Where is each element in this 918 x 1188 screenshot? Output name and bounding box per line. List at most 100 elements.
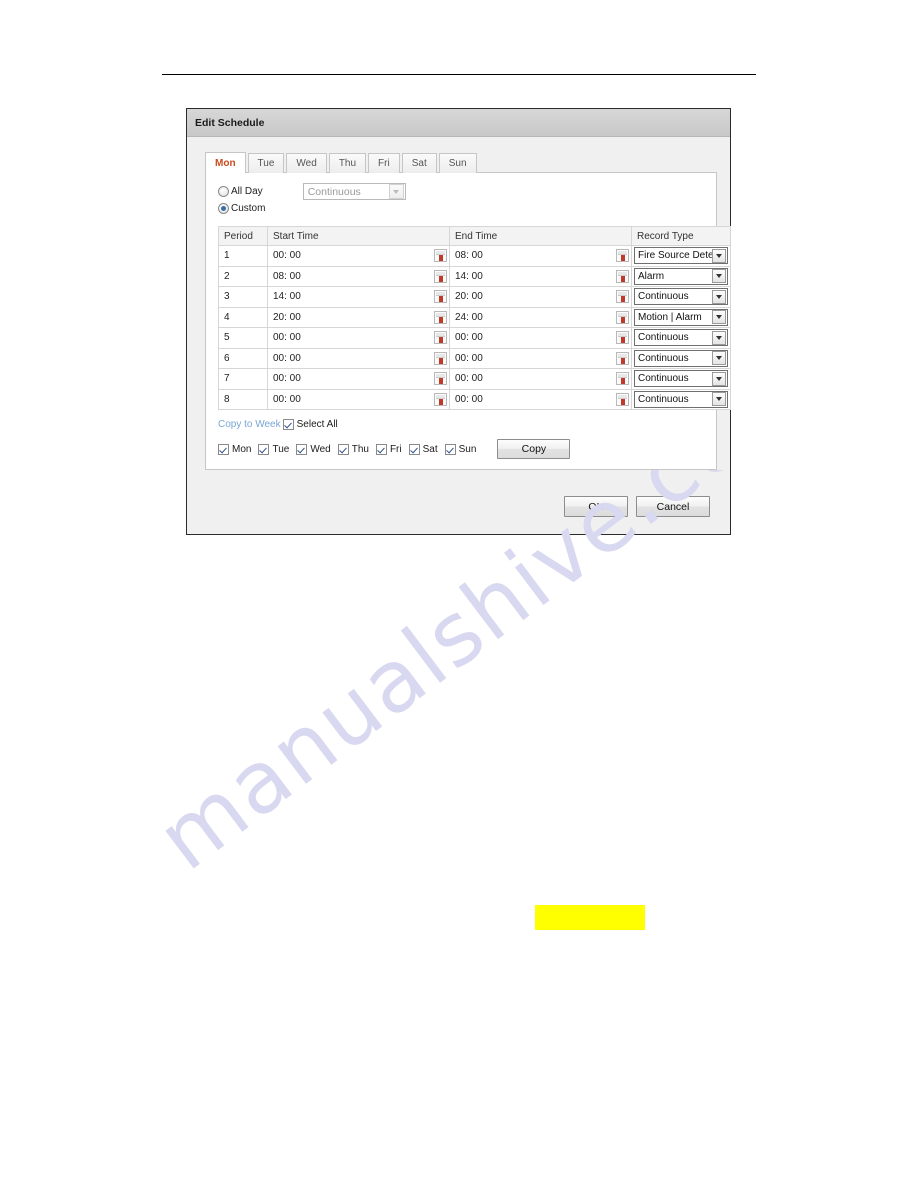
record-type-cell[interactable]: Continuous bbox=[631, 368, 731, 390]
start-time-value: 00: 00 bbox=[273, 373, 301, 385]
time-picker-icon[interactable] bbox=[434, 290, 447, 304]
checkbox[interactable] bbox=[218, 443, 229, 455]
all-day-record-type-value: Continuous bbox=[307, 185, 361, 198]
record-type-select[interactable]: Continuous bbox=[634, 288, 728, 306]
column-header: Period bbox=[218, 226, 268, 246]
record-type-dropdown-button[interactable] bbox=[712, 310, 726, 325]
time-picker-icon[interactable] bbox=[434, 392, 447, 406]
copy-button[interactable]: Copy bbox=[497, 439, 571, 459]
record-type-dropdown-button[interactable] bbox=[712, 248, 726, 263]
time-picker-icon[interactable] bbox=[616, 310, 629, 324]
tab-fri[interactable]: Fri bbox=[368, 153, 400, 173]
start-time-cell[interactable]: 00: 00 bbox=[267, 388, 450, 410]
time-picker-icon[interactable] bbox=[434, 351, 447, 365]
tab-sat[interactable]: Sat bbox=[401, 153, 437, 173]
record-type-cell[interactable]: Continuous bbox=[631, 286, 731, 308]
time-picker-icon[interactable] bbox=[616, 269, 629, 283]
record-type-cell[interactable]: Alarm bbox=[631, 265, 731, 287]
table-row: 5 00: 00 00: 00 Continuous bbox=[218, 327, 731, 349]
record-type-cell[interactable]: Continuous bbox=[631, 388, 731, 410]
record-type-select[interactable]: Continuous bbox=[634, 329, 728, 347]
end-time-cell[interactable]: 24: 00 bbox=[449, 306, 632, 328]
weekday-checkbox-sat[interactable]: Sat bbox=[408, 443, 438, 455]
weekday-label: Sat bbox=[422, 443, 438, 455]
checkbox[interactable] bbox=[296, 443, 308, 455]
end-time-cell[interactable]: 14: 00 bbox=[449, 265, 632, 287]
checkbox[interactable] bbox=[337, 443, 349, 455]
weekday-label: Mon bbox=[232, 443, 252, 455]
record-type-select[interactable]: Motion | Alarm bbox=[634, 308, 728, 326]
record-type-select[interactable]: Continuous bbox=[634, 370, 728, 388]
checkbox[interactable] bbox=[444, 443, 456, 455]
start-time-cell[interactable]: 08: 00 bbox=[267, 265, 450, 287]
tab-sun[interactable]: Sun bbox=[438, 153, 477, 173]
record-type-dropdown-button[interactable] bbox=[712, 392, 726, 407]
weekday-checkbox-tue[interactable]: Tue bbox=[258, 443, 289, 455]
chevron-down-icon bbox=[393, 189, 400, 194]
end-time-cell[interactable]: 00: 00 bbox=[449, 368, 632, 390]
weekday-checkbox-sun[interactable]: Sun bbox=[444, 443, 476, 455]
start-time-cell[interactable]: 20: 00 bbox=[267, 306, 450, 328]
time-picker-icon[interactable] bbox=[434, 372, 447, 386]
time-picker-icon[interactable] bbox=[616, 351, 629, 365]
checkbox[interactable] bbox=[375, 443, 387, 455]
copy-to-week-link[interactable]: Copy to Week bbox=[218, 419, 281, 430]
checkbox[interactable] bbox=[408, 443, 420, 455]
time-picker-icon[interactable] bbox=[616, 249, 629, 263]
all-day-radio[interactable] bbox=[218, 186, 229, 197]
end-time-cell[interactable]: 00: 00 bbox=[449, 327, 632, 349]
record-type-select[interactable]: Fire Source Detec bbox=[634, 247, 728, 265]
cancel-button[interactable]: Cancel bbox=[636, 496, 710, 517]
period-cell: 5 bbox=[218, 327, 268, 349]
custom-radio[interactable] bbox=[218, 203, 229, 214]
checkbox[interactable] bbox=[258, 443, 270, 455]
record-type-cell[interactable]: Fire Source Detec bbox=[631, 245, 731, 267]
record-type-cell[interactable]: Motion | Alarm bbox=[631, 306, 731, 328]
dialog-title: Edit Schedule bbox=[195, 116, 265, 129]
record-type-select[interactable]: Alarm bbox=[634, 267, 728, 285]
custom-row[interactable]: Custom bbox=[218, 200, 704, 217]
record-type-value: Continuous bbox=[638, 332, 689, 344]
time-picker-icon[interactable] bbox=[616, 392, 629, 406]
record-type-select[interactable]: Continuous bbox=[634, 349, 728, 367]
record-type-dropdown-button[interactable] bbox=[712, 371, 726, 386]
start-time-cell[interactable]: 00: 00 bbox=[267, 245, 450, 267]
end-time-cell[interactable]: 00: 00 bbox=[449, 388, 632, 410]
start-time-cell[interactable]: 00: 00 bbox=[267, 368, 450, 390]
period-cell: 7 bbox=[218, 368, 268, 390]
record-type-cell[interactable]: Continuous bbox=[631, 327, 731, 349]
end-time-cell[interactable]: 20: 00 bbox=[449, 286, 632, 308]
time-picker-icon[interactable] bbox=[616, 372, 629, 386]
all-day-record-type-select[interactable]: Continuous bbox=[302, 183, 406, 200]
end-time-cell[interactable]: 00: 00 bbox=[449, 347, 632, 369]
start-time-cell[interactable]: 00: 00 bbox=[267, 327, 450, 349]
record-type-dropdown-button[interactable] bbox=[712, 330, 726, 345]
weekday-checkbox-fri[interactable]: Fri bbox=[375, 443, 402, 455]
tab-tue[interactable]: Tue bbox=[247, 153, 285, 173]
time-picker-icon[interactable] bbox=[434, 249, 447, 263]
start-time-cell[interactable]: 14: 00 bbox=[267, 286, 450, 308]
tab-wed[interactable]: Wed bbox=[286, 153, 327, 173]
tab-thu[interactable]: Thu bbox=[328, 153, 367, 173]
time-picker-icon[interactable] bbox=[616, 331, 629, 345]
all-day-dropdown-button[interactable] bbox=[388, 184, 404, 199]
ok-button[interactable]: OK bbox=[564, 496, 628, 517]
start-time-cell[interactable]: 00: 00 bbox=[267, 347, 450, 369]
time-picker-icon[interactable] bbox=[616, 290, 629, 304]
record-type-dropdown-button[interactable] bbox=[712, 289, 726, 304]
weekday-checkbox-wed[interactable]: Wed bbox=[296, 443, 331, 455]
record-type-select[interactable]: Continuous bbox=[634, 390, 728, 408]
end-time-cell[interactable]: 08: 00 bbox=[449, 245, 632, 267]
time-picker-icon[interactable] bbox=[434, 310, 447, 324]
tab-mon[interactable]: Mon bbox=[205, 152, 246, 173]
record-type-dropdown-button[interactable] bbox=[712, 351, 726, 366]
column-header: Start Time bbox=[267, 226, 450, 246]
record-type-dropdown-button[interactable] bbox=[712, 269, 726, 284]
weekday-checkbox-mon[interactable]: Mon bbox=[218, 443, 252, 455]
weekday-checkbox-thu[interactable]: Thu bbox=[337, 443, 369, 455]
time-picker-icon[interactable] bbox=[434, 269, 447, 283]
all-day-row[interactable]: All Day Continuous bbox=[218, 183, 704, 200]
record-type-cell[interactable]: Continuous bbox=[631, 347, 731, 369]
time-picker-icon[interactable] bbox=[434, 331, 447, 345]
select-all-checkbox[interactable] bbox=[282, 418, 294, 430]
